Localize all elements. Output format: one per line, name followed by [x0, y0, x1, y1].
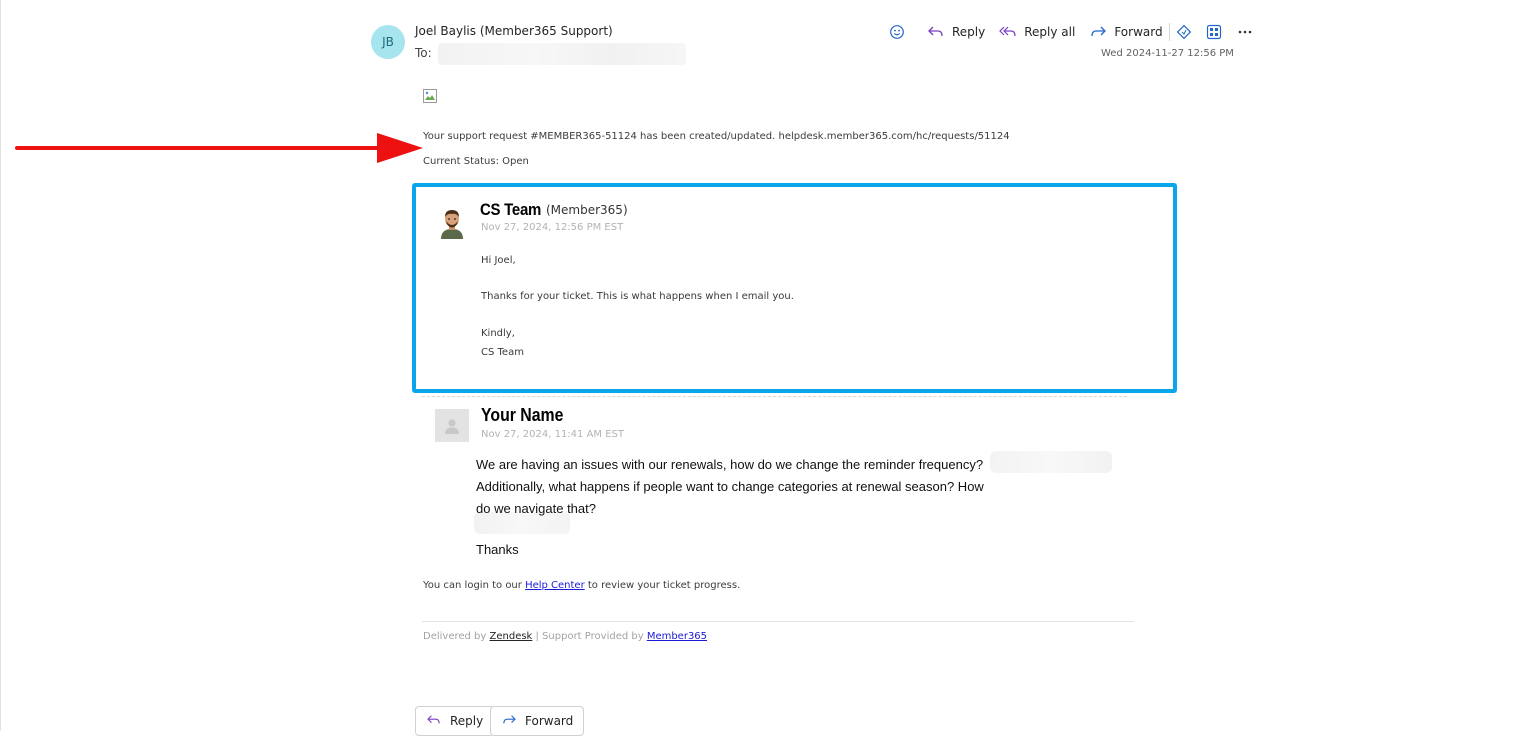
- reply-label: Reply: [952, 25, 986, 39]
- user-message-thanks: Thanks: [476, 542, 519, 557]
- cs-greeting: Hi Joel,: [481, 255, 516, 266]
- reply-all-icon: [999, 25, 1017, 39]
- to-label: To:: [415, 46, 432, 60]
- bottom-reply-button[interactable]: Reply: [415, 706, 495, 736]
- emoji-reaction-button[interactable]: [889, 24, 905, 40]
- user-message-text: We are having an issues with our renewal…: [476, 457, 984, 516]
- recipient-redacted: [438, 43, 686, 65]
- message-divider: [422, 396, 1127, 397]
- broken-image-icon: [423, 88, 437, 103]
- diamond-app-icon: [1176, 24, 1192, 40]
- bottom-reply-label: Reply: [450, 714, 484, 728]
- forward-button[interactable]: Forward: [1089, 25, 1163, 39]
- user-message-date: Nov 27, 2024, 11:41 AM EST: [481, 429, 625, 440]
- support-request-line: Your support request #MEMBER365-51124 ha…: [423, 131, 1010, 142]
- reply-icon: [426, 714, 442, 729]
- cs-body-text: Thanks for your ticket. This is what hap…: [481, 291, 794, 302]
- sender-name[interactable]: Joel Baylis (Member365 Support): [415, 24, 613, 38]
- user-author-name: Your Name: [481, 405, 564, 425]
- login-prefix: You can login to our: [423, 580, 526, 591]
- login-line: You can login to our Help Center to revi…: [423, 580, 740, 591]
- status-line: Current Status: Open: [423, 156, 529, 167]
- cs-message-date: Nov 27, 2024, 12:56 PM EST: [481, 222, 624, 233]
- redacted-text-blur: [990, 451, 1112, 473]
- ellipsis-icon: [1238, 29, 1252, 35]
- user-avatar: [435, 409, 469, 442]
- bottom-forward-button[interactable]: Forward: [490, 706, 585, 736]
- cs-author-name: CS Team: [480, 200, 542, 219]
- cs-signature: CS Team: [481, 347, 524, 358]
- support-provided-text: | Support Provided by: [532, 631, 647, 642]
- footer-line: Delivered by Zendesk | Support Provided …: [423, 631, 707, 642]
- forward-icon: [501, 714, 517, 729]
- message-toolbar: Reply Reply all Forward: [889, 22, 1266, 42]
- cs-signoff: Kindly,: [481, 328, 515, 339]
- more-actions-button[interactable]: [1238, 29, 1252, 35]
- help-center-link[interactable]: Help Center: [525, 580, 585, 591]
- cs-team-avatar: [438, 207, 466, 239]
- received-datetime: Wed 2024-11-27 12:56 PM: [1101, 48, 1234, 59]
- cs-author-org: (Member365): [546, 203, 628, 217]
- red-arrow-annotation: [15, 133, 423, 163]
- reply-all-label: Reply all: [1024, 25, 1076, 39]
- forward-label: Forward: [1114, 25, 1163, 39]
- grid-icon: [1206, 24, 1222, 40]
- reply-icon: [927, 25, 945, 39]
- apps-button[interactable]: [1176, 24, 1192, 40]
- forward-icon: [1089, 25, 1107, 39]
- grid-app-button[interactable]: [1206, 24, 1222, 40]
- login-suffix: to review your ticket progress.: [584, 580, 741, 591]
- toolbar-divider: [1168, 23, 1170, 41]
- member365-link[interactable]: Member365: [647, 631, 707, 642]
- reply-button[interactable]: Reply: [927, 25, 985, 39]
- bottom-forward-label: Forward: [525, 714, 574, 728]
- reply-all-button[interactable]: Reply all: [999, 25, 1075, 39]
- person-icon: [445, 418, 459, 434]
- footer-divider: [422, 621, 1134, 622]
- smiley-icon: [889, 24, 905, 40]
- delivered-by-text: Delivered by: [423, 631, 490, 642]
- zendesk-link[interactable]: Zendesk: [490, 631, 533, 642]
- sender-avatar[interactable]: JB: [371, 25, 405, 59]
- left-border: [0, 0, 1, 731]
